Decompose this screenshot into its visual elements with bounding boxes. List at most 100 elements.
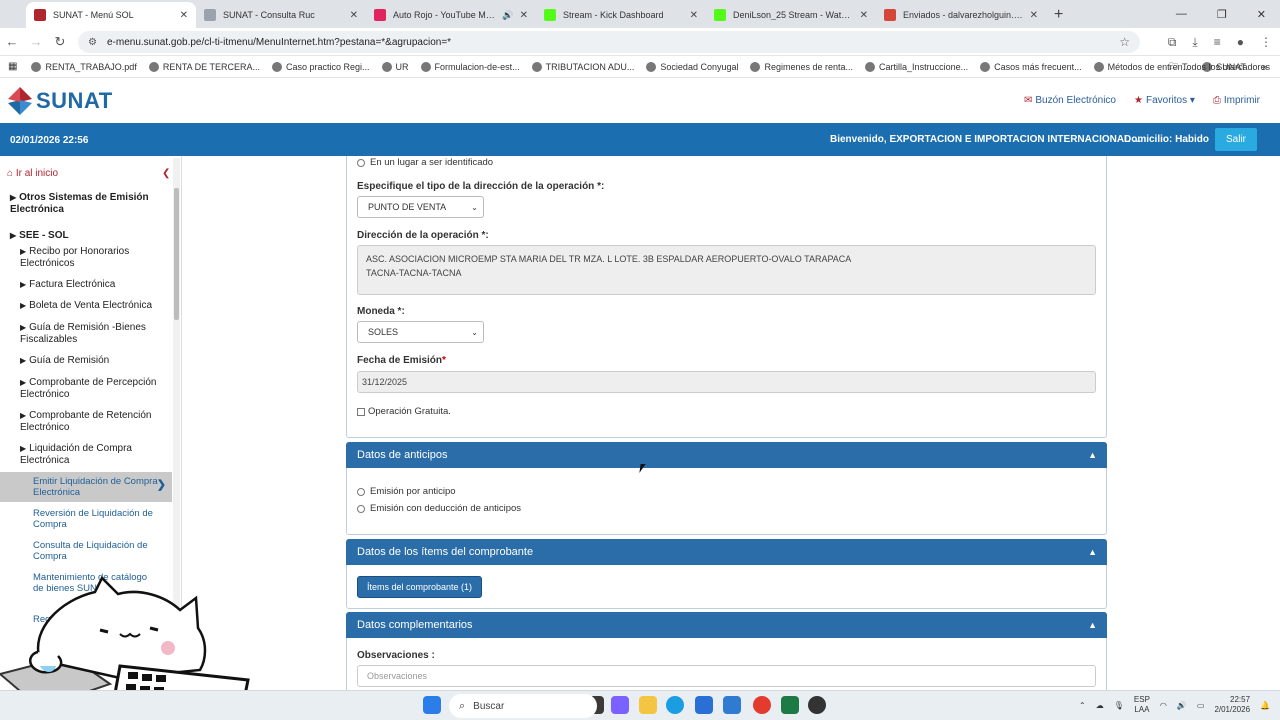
- items-header[interactable]: Datos de los ítems del comprobante ▲: [346, 539, 1107, 565]
- sidebar-item[interactable]: ▶ Otros Sistemas de Emisión Electrónica: [10, 192, 160, 216]
- radio-deduccion-anticipos[interactable]: Emisión con deducción de anticipos: [357, 503, 521, 514]
- header-link[interactable]: ⎙ Imprimir: [1213, 95, 1260, 106]
- sidebar-item[interactable]: ▶ Comprobante de Percepción Electrónico: [20, 377, 170, 401]
- maximize-icon[interactable]: ❐: [1217, 8, 1227, 21]
- app-icon[interactable]: [808, 696, 826, 714]
- browser-tab[interactable]: Stream - Kick Dashboard ✕: [536, 2, 706, 28]
- chevron-up-icon[interactable]: ▲: [1088, 620, 1097, 630]
- bookmark-item[interactable]: RENTA_TRABAJO.pdf: [31, 61, 137, 72]
- site-info-icon[interactable]: ⚙: [88, 37, 97, 48]
- back-icon[interactable]: ←: [0, 34, 24, 49]
- apps-icon[interactable]: ▦: [8, 61, 17, 72]
- sidebar-subitem[interactable]: Reversión de Liquidación de Compra: [33, 508, 153, 530]
- items-title: Datos de los ítems del comprobante: [357, 546, 534, 558]
- clock[interactable]: 22:57 2/01/2026: [1214, 695, 1250, 715]
- header-link[interactable]: ★ Favoritos ▾: [1134, 95, 1195, 106]
- excel-icon[interactable]: [781, 696, 799, 714]
- close-tab-icon[interactable]: ✕: [690, 10, 698, 21]
- sidebar-item[interactable]: ▶ Boleta de Venta Electrónica: [20, 300, 170, 312]
- battery-icon[interactable]: ▭: [1197, 701, 1205, 710]
- language-indicator[interactable]: ESP LAA: [1134, 695, 1150, 715]
- sidebar-item[interactable]: ▶ Guía de Remisión: [20, 355, 170, 367]
- bookmark-item[interactable]: UR: [381, 61, 409, 72]
- fecha-input[interactable]: 31/12/2025: [357, 371, 1096, 393]
- sidebar-item[interactable]: ▶ Comprobante de Retención Electrónico: [20, 410, 170, 434]
- menu-icon[interactable]: ⋮: [1260, 35, 1272, 49]
- home-link[interactable]: ⌂ Ir al inicio ❮: [7, 168, 170, 179]
- close-tab-icon[interactable]: ✕: [520, 10, 528, 21]
- bookmark-item[interactable]: Formulacion-de-est...: [420, 61, 520, 72]
- close-tab-icon[interactable]: ✕: [1030, 10, 1038, 21]
- sidebar-subitem[interactable]: Emitir Liquidación de Compra Electrónica…: [0, 472, 172, 502]
- radio-lugar-label: En un lugar a ser identificado: [370, 157, 494, 168]
- sidebar-item[interactable]: ▶ Liquidación de Compra Electrónica: [20, 443, 170, 467]
- collapse-sidebar-icon[interactable]: ❮: [162, 168, 170, 179]
- sunat-logo[interactable]: SUNAT: [7, 86, 113, 116]
- notifications-icon[interactable]: 🔔: [1260, 701, 1270, 710]
- chevron-up-icon[interactable]: ▲: [1088, 547, 1097, 557]
- bookmark-item[interactable]: Cartilla_Instruccione...: [865, 61, 968, 72]
- onedrive-icon[interactable]: ☁: [1096, 701, 1104, 710]
- extensions-icon[interactable]: ⧉: [1168, 35, 1177, 50]
- observaciones-input[interactable]: Observaciones: [357, 665, 1096, 687]
- copilot-icon[interactable]: [611, 696, 629, 714]
- browser-tab[interactable]: SUNAT - Consulta Ruc ✕: [196, 2, 366, 28]
- sidebar-subitem[interactable]: Consulta de Liquidación de Compra: [33, 540, 153, 562]
- windows-start-icon[interactable]: [423, 696, 441, 714]
- tipo-direccion-select[interactable]: PUNTO DE VENTA ⌄: [357, 196, 484, 218]
- header-link[interactable]: ✉ Buzón Electrónico: [1024, 95, 1116, 106]
- sidebar-item[interactable]: ▶ Guía de Remisión -Bienes Fiscalizables: [20, 322, 170, 346]
- close-tab-icon[interactable]: ✕: [860, 10, 868, 21]
- complementarios-header[interactable]: Datos complementarios ▲: [346, 612, 1107, 638]
- bookmark-star-icon[interactable]: ☆: [1119, 35, 1130, 49]
- edge-icon[interactable]: [666, 696, 684, 714]
- fecha-label: Fecha de Emisión*: [357, 355, 446, 366]
- download-icon[interactable]: ⤓: [1192, 35, 1197, 50]
- radio-emision-anticipo[interactable]: Emisión por anticipo: [357, 486, 456, 497]
- items-comprobante-button[interactable]: Ítems del comprobante (1): [357, 576, 483, 598]
- forward-icon[interactable]: →: [24, 34, 48, 49]
- close-tab-icon[interactable]: ✕: [180, 10, 188, 21]
- file-explorer-icon[interactable]: [639, 696, 657, 714]
- taskbar-search[interactable]: ⌕ Buscar: [449, 694, 597, 718]
- radio-lugar-identificado[interactable]: En un lugar a ser identificado: [357, 157, 493, 168]
- url-bar[interactable]: ⚙ e-menu.sunat.gob.pe/cl-ti-itmenu/MenuI…: [78, 31, 1140, 53]
- operacion-gratuita-checkbox[interactable]: Operación Gratuita.: [357, 406, 451, 417]
- bookmark-item[interactable]: Casos más frecuent...: [980, 61, 1082, 72]
- store-icon[interactable]: [695, 696, 713, 714]
- browser-tab[interactable]: Enviados - dalvarezholguin.25@ ✕: [876, 2, 1046, 28]
- bookmark-item[interactable]: Caso practico Regi...: [272, 61, 370, 72]
- microphone-icon[interactable]: 🎙: [1114, 701, 1124, 710]
- reload-icon[interactable]: ↻: [48, 34, 72, 50]
- bookmark-item[interactable]: RENTA DE TERCERA...: [148, 61, 260, 72]
- sidebar-item[interactable]: ▶ Factura Electrónica: [20, 279, 170, 291]
- outlook-icon[interactable]: [723, 696, 741, 714]
- new-tab-button[interactable]: +: [1054, 2, 1063, 28]
- sidebar-item[interactable]: ▶ Recibo por Honorarios Electrónicos: [20, 246, 170, 270]
- minimize-icon[interactable]: —: [1176, 8, 1187, 20]
- moneda-select[interactable]: SOLES ⌄: [357, 321, 484, 343]
- audio-icon[interactable]: 🔊: [502, 10, 513, 21]
- media-icon[interactable]: ≡: [1214, 35, 1221, 49]
- bookmark-item[interactable]: Regimenes de renta...: [750, 61, 853, 72]
- profile-icon[interactable]: ●: [1237, 35, 1244, 49]
- chrome-icon[interactable]: [753, 696, 771, 714]
- close-tab-icon[interactable]: ✕: [350, 10, 358, 21]
- all-bookmarks[interactable]: 🗀 Todos los marcadores: [1169, 59, 1270, 75]
- browser-tab[interactable]: Auto Rojo - YouTube Music 🔊 ✕: [366, 2, 536, 28]
- wifi-icon[interactable]: ◠: [1160, 701, 1167, 710]
- volume-icon[interactable]: 🔊: [1177, 701, 1187, 710]
- sidebar-item[interactable]: ▶ SEE - SOL: [10, 230, 160, 242]
- chevron-up-icon[interactable]: ▲: [1088, 450, 1097, 460]
- caret-right-icon: ▶: [20, 247, 27, 256]
- anticipos-header[interactable]: Datos de anticipos ▲: [346, 442, 1107, 468]
- bookmark-favicon-icon: [750, 61, 761, 72]
- bookmark-item[interactable]: Sociedad Conyugal: [646, 61, 738, 72]
- browser-tab[interactable]: DeniLson_25 Stream - Watch Li ✕: [706, 2, 876, 28]
- chevron-up-icon[interactable]: ⌃: [1079, 701, 1086, 710]
- bookmark-item[interactable]: TRIBUTACION ADU...: [531, 61, 634, 72]
- salir-button[interactable]: Salir: [1215, 128, 1257, 151]
- close-window-icon[interactable]: ✕: [1257, 8, 1266, 21]
- direccion-textarea[interactable]: ASC. ASOCIACION MICROEMP STA MARIA DEL T…: [357, 245, 1096, 295]
- browser-tab[interactable]: SUNAT - Menú SOL ✕: [26, 2, 196, 28]
